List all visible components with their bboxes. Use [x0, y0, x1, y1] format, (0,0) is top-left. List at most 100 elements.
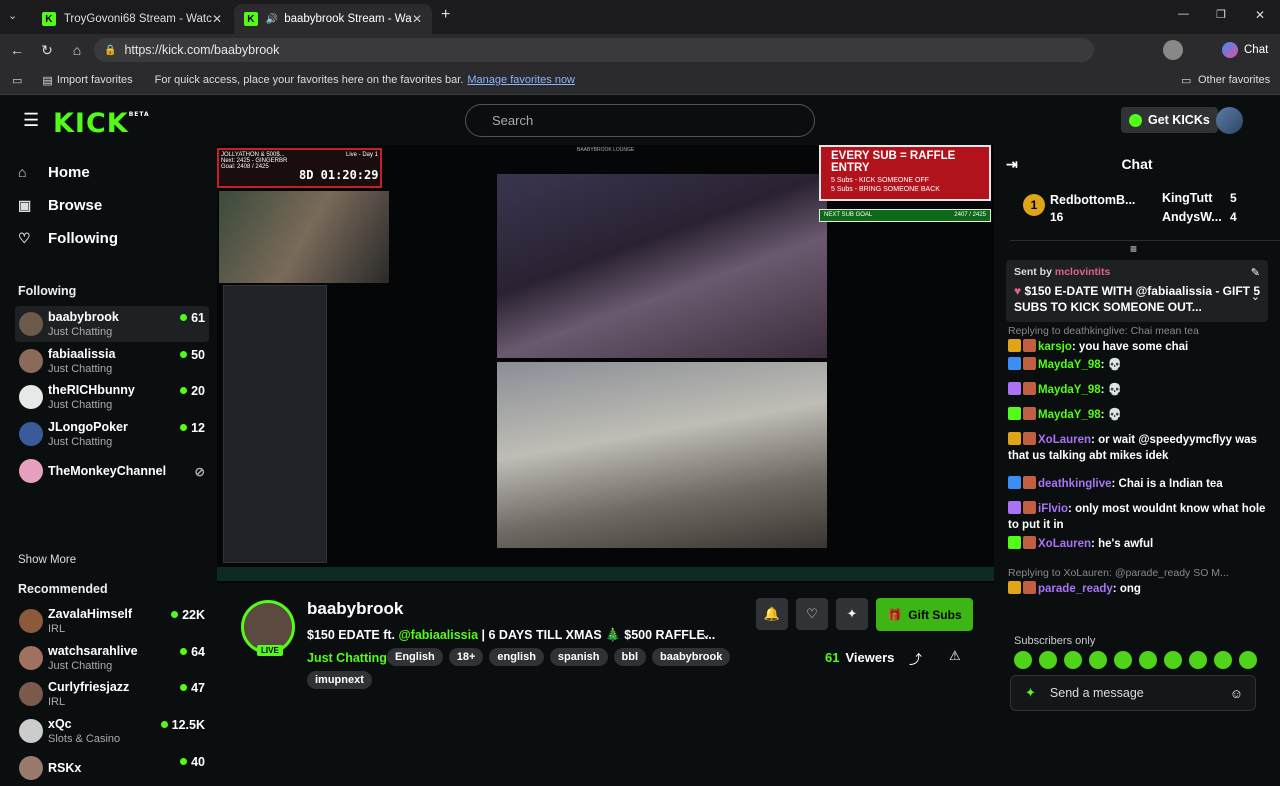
minimize-icon[interactable]: — [1178, 8, 1189, 20]
tag[interactable]: 18+ [448, 648, 484, 666]
recommended-channel-row[interactable]: ZavalaHimself IRL 22K [15, 603, 209, 639]
stream-top-label: BAABYBROOK LOUNGE [577, 147, 635, 153]
following-channel-row[interactable]: fabiaalissia Just Chatting 50 [15, 343, 209, 379]
chat-username[interactable]: parade_ready [1038, 583, 1113, 595]
follow-heart-icon[interactable]: ♡ [796, 598, 828, 630]
sparkle-icon[interactable]: ✦ [836, 598, 868, 630]
expand-leaderboard-icon[interactable]: ≡ [1130, 242, 1137, 256]
emote-icon[interactable] [1114, 651, 1132, 669]
new-tab-icon[interactable]: + [441, 6, 450, 24]
emote-icon[interactable] [1039, 651, 1057, 669]
heart-icon: ♡ [18, 229, 31, 246]
following-channel-row[interactable]: TheMonkeyChannel ⊘ [15, 453, 209, 489]
chat-username[interactable]: karsjo [1038, 341, 1072, 353]
emote-icon[interactable] [1164, 651, 1182, 669]
unpin-icon[interactable]: ✎ [1251, 266, 1260, 279]
recommended-channel-row[interactable]: Curlyfriesjazz IRL 47 [15, 676, 209, 712]
other-favorites[interactable]: Other favorites [1198, 74, 1270, 86]
title-mention[interactable]: @fabiaalissia [398, 628, 478, 642]
import-favorites[interactable]: Import favorites [57, 74, 133, 86]
emote-icon[interactable] [1189, 651, 1207, 669]
maximize-icon[interactable]: ❐ [1216, 8, 1226, 21]
chat-username[interactable]: deathkinglive [1038, 478, 1112, 490]
tab-list-icon[interactable]: ⌄ [8, 9, 17, 22]
chat-username[interactable]: iFlvio [1038, 503, 1068, 515]
nav-browse[interactable]: ▣ Browse [18, 191, 102, 219]
share-icon[interactable]: ⤴ [909, 649, 922, 668]
following-channel-row[interactable]: theRICHbunny Just Chatting 20 [15, 379, 209, 415]
following-channel-row[interactable]: baabybrook Just Chatting 61 [15, 306, 209, 342]
channel-category: IRL [48, 696, 66, 709]
search-input[interactable]: Search [465, 104, 815, 137]
tag[interactable]: English [387, 648, 443, 666]
get-kicks-button[interactable]: Get KICKs [1121, 107, 1218, 133]
copilot-icon [1222, 42, 1238, 58]
tag[interactable]: spanish [549, 648, 608, 666]
chat-username[interactable]: MaydaY_98 [1038, 384, 1101, 396]
leader-name[interactable]: KingTutt [1162, 191, 1212, 205]
channel-avatar [19, 609, 43, 633]
nav-home[interactable]: ⌂ Home [18, 158, 90, 186]
chevron-down-icon[interactable]: ⌄ [1251, 290, 1260, 303]
message-line: deathkinglive: Chai is a Indian tea [1008, 476, 1270, 492]
report-icon[interactable]: ⚠ [949, 648, 961, 664]
category-link[interactable]: Just Chatting [307, 651, 387, 665]
badge-icon [1008, 501, 1021, 514]
emoji-icon[interactable]: ☺ [1230, 686, 1243, 701]
pinned-message[interactable]: Sent by mclovintits ♥ $150 E-DATE WITH @… [1006, 260, 1268, 322]
reply-context: Replying to XoLauren: @parade_ready SO M… [1008, 567, 1229, 579]
badge-icon [1008, 581, 1021, 594]
chat-text: you have some chai [1078, 341, 1189, 353]
tag[interactable]: baabybrook [652, 648, 731, 666]
chat-username[interactable]: MaydaY_98 [1038, 359, 1101, 371]
url-field[interactable]: 🔒 https://kick.com/baabybrook [94, 38, 1094, 62]
emote-icon[interactable] [1014, 651, 1032, 669]
pinned-username[interactable]: mclovintits [1055, 266, 1110, 278]
profile-icon[interactable] [1163, 40, 1183, 60]
home-browser-icon[interactable]: ⌂ [62, 42, 92, 58]
tab-baabybrook[interactable]: K 🔊 baabybrook Stream - Watch L✕ [234, 4, 432, 34]
tab-troygovoni[interactable]: K TroyGovoni68 Stream - Watch Live✕ [32, 4, 232, 34]
chat-input[interactable]: ✦ Send a message ☺ [1010, 675, 1256, 711]
channel-username[interactable]: baabybrook [307, 599, 403, 619]
collapse-chat-icon[interactable]: ⇥ [1006, 156, 1018, 173]
chat-username[interactable]: XoLauren [1038, 538, 1091, 550]
back-icon[interactable]: ← [2, 42, 32, 58]
chevron-down-icon[interactable]: ⌄ [701, 627, 711, 641]
tag[interactable]: bbl [613, 648, 646, 666]
chat-username[interactable]: XoLauren [1038, 434, 1091, 446]
gift-subs-button[interactable]: 🎁 Gift Subs [876, 598, 973, 631]
bell-icon[interactable]: 🔔 [756, 598, 788, 630]
tag[interactable]: imupnext [307, 671, 372, 689]
overlay-countdown: 8D 01:20:29 [299, 168, 379, 182]
leader-name[interactable]: AndysW... [1162, 210, 1222, 224]
emote-icon[interactable] [1064, 651, 1082, 669]
show-more-button[interactable]: Show More [18, 554, 76, 566]
close-icon[interactable]: ✕ [212, 12, 222, 26]
recommended-channel-row[interactable]: watchsarahlive Just Chatting 64 [15, 640, 209, 676]
emote-icon[interactable] [1214, 651, 1232, 669]
following-channel-row[interactable]: JLongoPoker Just Chatting 12 [15, 416, 209, 452]
menu-icon[interactable]: ☰ [23, 110, 39, 131]
video-player[interactable]: BAABYBROOK LOUNGE JOLLYATHON & 500$... Li… [217, 145, 994, 583]
raffle-title: EVERY SUB = RAFFLE ENTRY [831, 150, 956, 174]
leader-name[interactable]: RedbottomB... [1050, 193, 1135, 207]
user-avatar[interactable] [1216, 107, 1243, 134]
emote-icon[interactable] [1139, 651, 1157, 669]
tag[interactable]: english [489, 648, 544, 666]
refresh-icon[interactable]: ↻ [32, 42, 62, 59]
emote-icon[interactable] [1239, 651, 1257, 669]
badge-icon [1023, 501, 1036, 514]
recommended-channel-row[interactable]: xQc Slots & Casino 12.5K [15, 713, 209, 749]
reading-icon[interactable]: ▭ [12, 74, 22, 87]
kick-logo[interactable]: KICKBETA [53, 108, 150, 139]
url-text: https://kick.com/baabybrook [124, 43, 280, 57]
emote-icon[interactable] [1089, 651, 1107, 669]
chat-username[interactable]: MaydaY_98 [1038, 409, 1101, 421]
recommended-channel-row[interactable]: RSKx 40 [15, 750, 209, 786]
manage-favorites-link[interactable]: Manage favorites now [467, 74, 575, 86]
close-icon[interactable]: ✕ [412, 12, 422, 26]
window-close-icon[interactable]: ✕ [1255, 8, 1265, 22]
copilot-button[interactable]: Chat [1222, 39, 1268, 61]
nav-following[interactable]: ♡ Following [18, 224, 118, 252]
